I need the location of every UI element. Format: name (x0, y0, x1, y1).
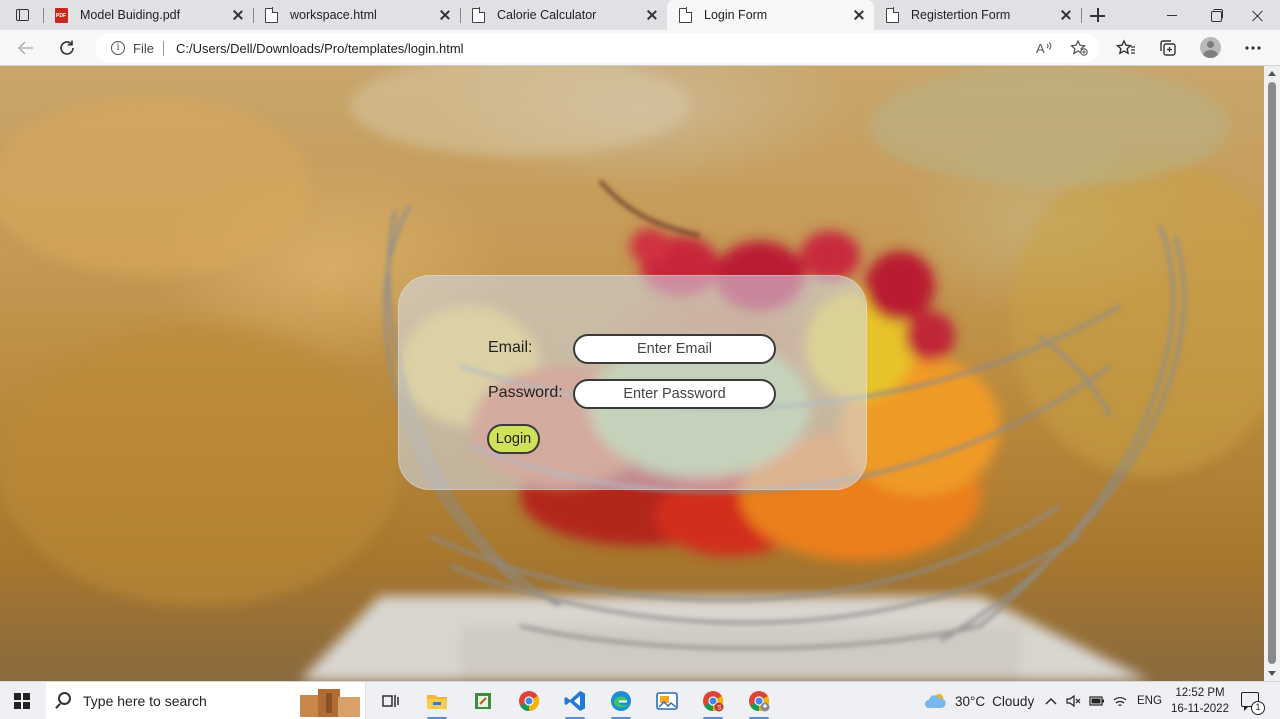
new-tab-icon[interactable] (1087, 5, 1109, 25)
collections-icon[interactable] (1153, 34, 1183, 62)
read-aloud-icon[interactable]: A (1034, 38, 1056, 58)
more-options-icon[interactable] (1238, 34, 1268, 62)
search-placeholder: Type here to search (83, 693, 207, 709)
file-explorer-icon[interactable] (419, 686, 455, 719)
page-icon (679, 7, 693, 23)
windows-taskbar: Type here to search S 30°C Cloudy ENG 12… (0, 681, 1280, 719)
battery-icon[interactable] (1089, 682, 1105, 719)
tab-workspace-html[interactable]: workspace.html (253, 0, 460, 30)
vscode-icon[interactable] (557, 686, 593, 719)
chrome-profile-user-icon[interactable] (741, 686, 777, 719)
refresh-icon[interactable] (52, 34, 82, 62)
url-text[interactable]: C:/Users/Dell/Downloads/Pro/templates/lo… (176, 41, 464, 56)
add-favorite-icon[interactable] (1068, 38, 1090, 58)
page-scrollbar[interactable] (1264, 66, 1280, 681)
close-icon[interactable] (438, 8, 452, 22)
search-icon (58, 692, 71, 705)
browser-toolbar: i File C:/Users/Dell/Downloads/Pro/templ… (0, 30, 1280, 66)
tab-model-building-pdf[interactable]: Model Buiding.pdf (43, 0, 253, 30)
svg-text:A: A (1036, 41, 1045, 55)
profile-avatar[interactable] (1200, 37, 1221, 58)
back-icon[interactable] (11, 34, 41, 62)
clock-date: 16-11-2022 (1171, 703, 1229, 715)
page-icon (886, 7, 900, 23)
scroll-down-icon[interactable] (1268, 671, 1276, 676)
windows-start-icon[interactable] (14, 693, 30, 709)
login-form-card: Email: Password: Login (398, 275, 867, 490)
address-bar[interactable]: i File C:/Users/Dell/Downloads/Pro/templ… (95, 33, 1100, 63)
taskbar-clock[interactable]: 12:52 PM 16-11-2022 (1168, 685, 1232, 717)
tab-title: Calorie Calculator (497, 8, 597, 22)
password-label: Password: (488, 384, 563, 401)
photos-icon[interactable] (649, 686, 685, 716)
weather-widget[interactable]: 30°C Cloudy (924, 682, 1034, 719)
page-viewport: Email: Password: Login (0, 66, 1264, 681)
close-icon[interactable] (1059, 8, 1073, 22)
window-close-icon[interactable] (1236, 0, 1280, 30)
address-divider (163, 41, 164, 56)
show-hidden-icons-chevron-up-icon[interactable] (1045, 682, 1057, 719)
chrome-icon[interactable] (511, 686, 547, 716)
info-icon[interactable]: i (111, 41, 125, 55)
scheme-label: File (133, 41, 154, 56)
tab-actions-icon[interactable] (8, 5, 36, 25)
page-icon (265, 7, 279, 23)
page-icon (472, 7, 486, 23)
task-view-icon[interactable] (372, 686, 408, 716)
tab-title: Login Form (704, 8, 768, 22)
language-indicator[interactable]: ENG (1137, 682, 1162, 719)
email-label: Email: (488, 339, 533, 356)
tab-separator (1081, 8, 1082, 23)
favorites-icon[interactable] (1111, 34, 1141, 62)
restore-icon[interactable] (1193, 0, 1237, 30)
chrome-profile-s-icon[interactable]: S (695, 686, 731, 719)
weather-condition: Cloudy (992, 693, 1035, 709)
notification-count-badge: 1 (1251, 701, 1265, 715)
tab-title: Registertion Form (911, 8, 1011, 22)
cloud-icon (925, 694, 946, 708)
tab-title: Model Buiding.pdf (80, 8, 181, 22)
close-icon[interactable] (645, 8, 659, 22)
volume-muted-icon[interactable] (1066, 682, 1082, 719)
pdf-icon (55, 7, 68, 23)
scroll-up-icon[interactable] (1268, 71, 1276, 76)
close-icon[interactable] (231, 8, 245, 22)
svg-text:S: S (717, 705, 722, 712)
clock-time: 12:52 PM (1175, 687, 1225, 699)
close-icon[interactable] (852, 8, 866, 22)
tab-login-form[interactable]: Login Form (667, 0, 874, 30)
minimize-icon[interactable] (1150, 0, 1194, 30)
search-highlight-illustration-icon (300, 689, 360, 717)
taskbar-search-box[interactable]: Type here to search (46, 682, 366, 719)
tab-registration-form[interactable]: Registertion Form (874, 0, 1081, 30)
scrollbar-thumb[interactable] (1268, 82, 1276, 664)
browser-tab-strip: Model Buiding.pdf workspace.html Calorie… (0, 0, 1280, 30)
edge-icon[interactable] (603, 686, 639, 719)
wifi-icon[interactable] (1112, 682, 1128, 719)
password-input[interactable] (573, 379, 776, 409)
tab-calorie-calculator[interactable]: Calorie Calculator (460, 0, 667, 30)
tab-title: workspace.html (290, 8, 377, 22)
login-button[interactable]: Login (487, 424, 540, 454)
notepad-icon[interactable] (465, 686, 501, 716)
weather-temperature: 30°C (955, 693, 986, 709)
email-input[interactable] (573, 334, 776, 364)
